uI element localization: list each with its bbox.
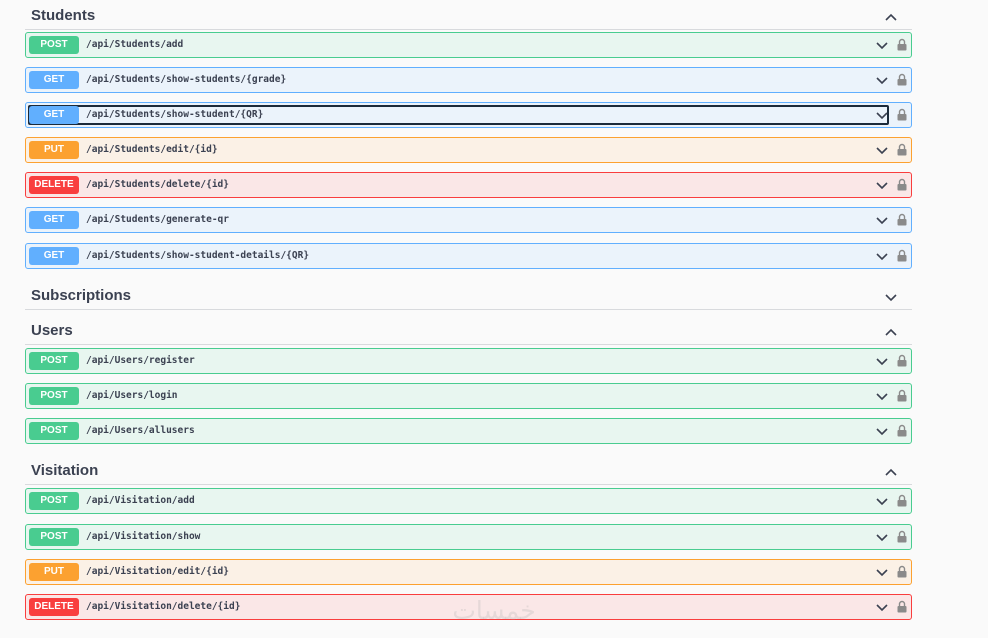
section-header-visitation[interactable]: Visitation (25, 455, 912, 485)
operation-path: /api/Visitation/edit/{id} (86, 566, 229, 577)
operation-path: /api/Students/add (86, 39, 184, 50)
operation-path: /api/Students/show-students/{grade} (86, 74, 287, 85)
operation-path: /api/Students/generate-qr (86, 214, 229, 225)
operation-path: /api/Students/delete/{id} (86, 179, 229, 190)
lock-icon[interactable] (897, 73, 907, 86)
operation-row[interactable]: POST /api/Users/register (25, 348, 912, 374)
operation-row[interactable]: GET /api/Students/show-student/{QR} (25, 102, 912, 128)
lock-icon[interactable] (897, 143, 907, 156)
chevron-down-icon[interactable] (876, 392, 888, 401)
operation-path: /api/Users/login (86, 390, 178, 401)
lock-icon[interactable] (897, 108, 907, 121)
operation-row[interactable]: GET /api/Students/show-students/{grade} (25, 67, 912, 93)
operation-path: /api/Visitation/show (86, 531, 201, 542)
method-badge: POST (29, 492, 79, 510)
operation-row[interactable]: GET /api/Students/show-student-details/{… (25, 243, 912, 269)
chevron-down-icon[interactable] (876, 603, 888, 612)
method-badge: POST (29, 528, 79, 546)
chevron-up-icon[interactable] (884, 327, 898, 337)
lock-icon[interactable] (897, 213, 907, 226)
chevron-down-icon[interactable] (876, 427, 888, 436)
operation-row[interactable]: POST /api/Visitation/show (25, 524, 912, 550)
operation-row[interactable]: PUT /api/Students/edit/{id} (25, 137, 912, 163)
method-badge: POST (29, 422, 79, 440)
lock-icon[interactable] (897, 600, 907, 613)
lock-icon[interactable] (897, 249, 907, 262)
chevron-down-icon[interactable] (876, 252, 888, 261)
operation-row[interactable]: POST /api/Students/add (25, 32, 912, 58)
operation-path: /api/Students/show-student/{QR} (86, 109, 264, 120)
operation-row[interactable]: PUT /api/Visitation/edit/{id} (25, 559, 912, 585)
method-badge: DELETE (29, 176, 79, 194)
section-title: Visitation (31, 462, 99, 479)
operation-row[interactable]: POST /api/Users/login (25, 383, 912, 409)
lock-icon[interactable] (897, 530, 907, 543)
watermark: خمسات (452, 596, 536, 625)
chevron-down-icon[interactable] (876, 41, 888, 50)
chevron-down-icon[interactable] (876, 76, 888, 85)
lock-icon[interactable] (897, 424, 907, 437)
operation-row[interactable]: POST /api/Users/allusers (25, 418, 912, 444)
method-badge: POST (29, 36, 79, 54)
lock-icon[interactable] (897, 38, 907, 51)
chevron-down-icon[interactable] (876, 181, 888, 190)
method-badge: DELETE (29, 598, 79, 616)
chevron-up-icon[interactable] (884, 12, 898, 22)
method-badge: GET (29, 71, 79, 89)
section-header-users[interactable]: Users (25, 315, 912, 345)
operation-path: /api/Visitation/delete/{id} (86, 601, 241, 612)
lock-icon[interactable] (897, 389, 907, 402)
lock-icon[interactable] (897, 565, 907, 578)
section-header-subscriptions[interactable]: Subscriptions (25, 280, 912, 310)
operation-path: /api/Users/allusers (86, 425, 195, 436)
operation-row[interactable]: POST /api/Visitation/add (25, 488, 912, 514)
chevron-down-icon[interactable] (876, 111, 888, 120)
operation-row[interactable]: DELETE /api/Students/delete/{id} (25, 172, 912, 198)
chevron-down-icon[interactable] (884, 292, 898, 302)
section-title: Users (31, 322, 73, 339)
lock-icon[interactable] (897, 494, 907, 507)
operation-path: /api/Users/register (86, 355, 195, 366)
method-badge: GET (29, 211, 79, 229)
chevron-down-icon[interactable] (876, 357, 888, 366)
method-badge: POST (29, 387, 79, 405)
lock-icon[interactable] (897, 178, 907, 191)
method-badge: GET (29, 247, 79, 265)
method-badge: PUT (29, 563, 79, 581)
swagger-operations-list: Students POST /api/Students/add GET /api… (0, 0, 988, 638)
section-header-students[interactable]: Students (25, 0, 912, 30)
operation-path: /api/Visitation/add (86, 495, 195, 506)
section-title: Students (31, 7, 96, 24)
lock-icon[interactable] (897, 354, 907, 367)
chevron-down-icon[interactable] (876, 146, 888, 155)
operation-path: /api/Students/edit/{id} (86, 144, 218, 155)
operation-row[interactable]: GET /api/Students/generate-qr (25, 207, 912, 233)
method-badge: GET (29, 106, 79, 124)
chevron-down-icon[interactable] (876, 497, 888, 506)
chevron-down-icon[interactable] (876, 568, 888, 577)
method-badge: POST (29, 352, 79, 370)
section-title: Subscriptions (31, 287, 132, 304)
chevron-down-icon[interactable] (876, 216, 888, 225)
operation-path: /api/Students/show-student-details/{QR} (86, 250, 310, 261)
chevron-down-icon[interactable] (876, 533, 888, 542)
method-badge: PUT (29, 141, 79, 159)
chevron-up-icon[interactable] (884, 467, 898, 477)
